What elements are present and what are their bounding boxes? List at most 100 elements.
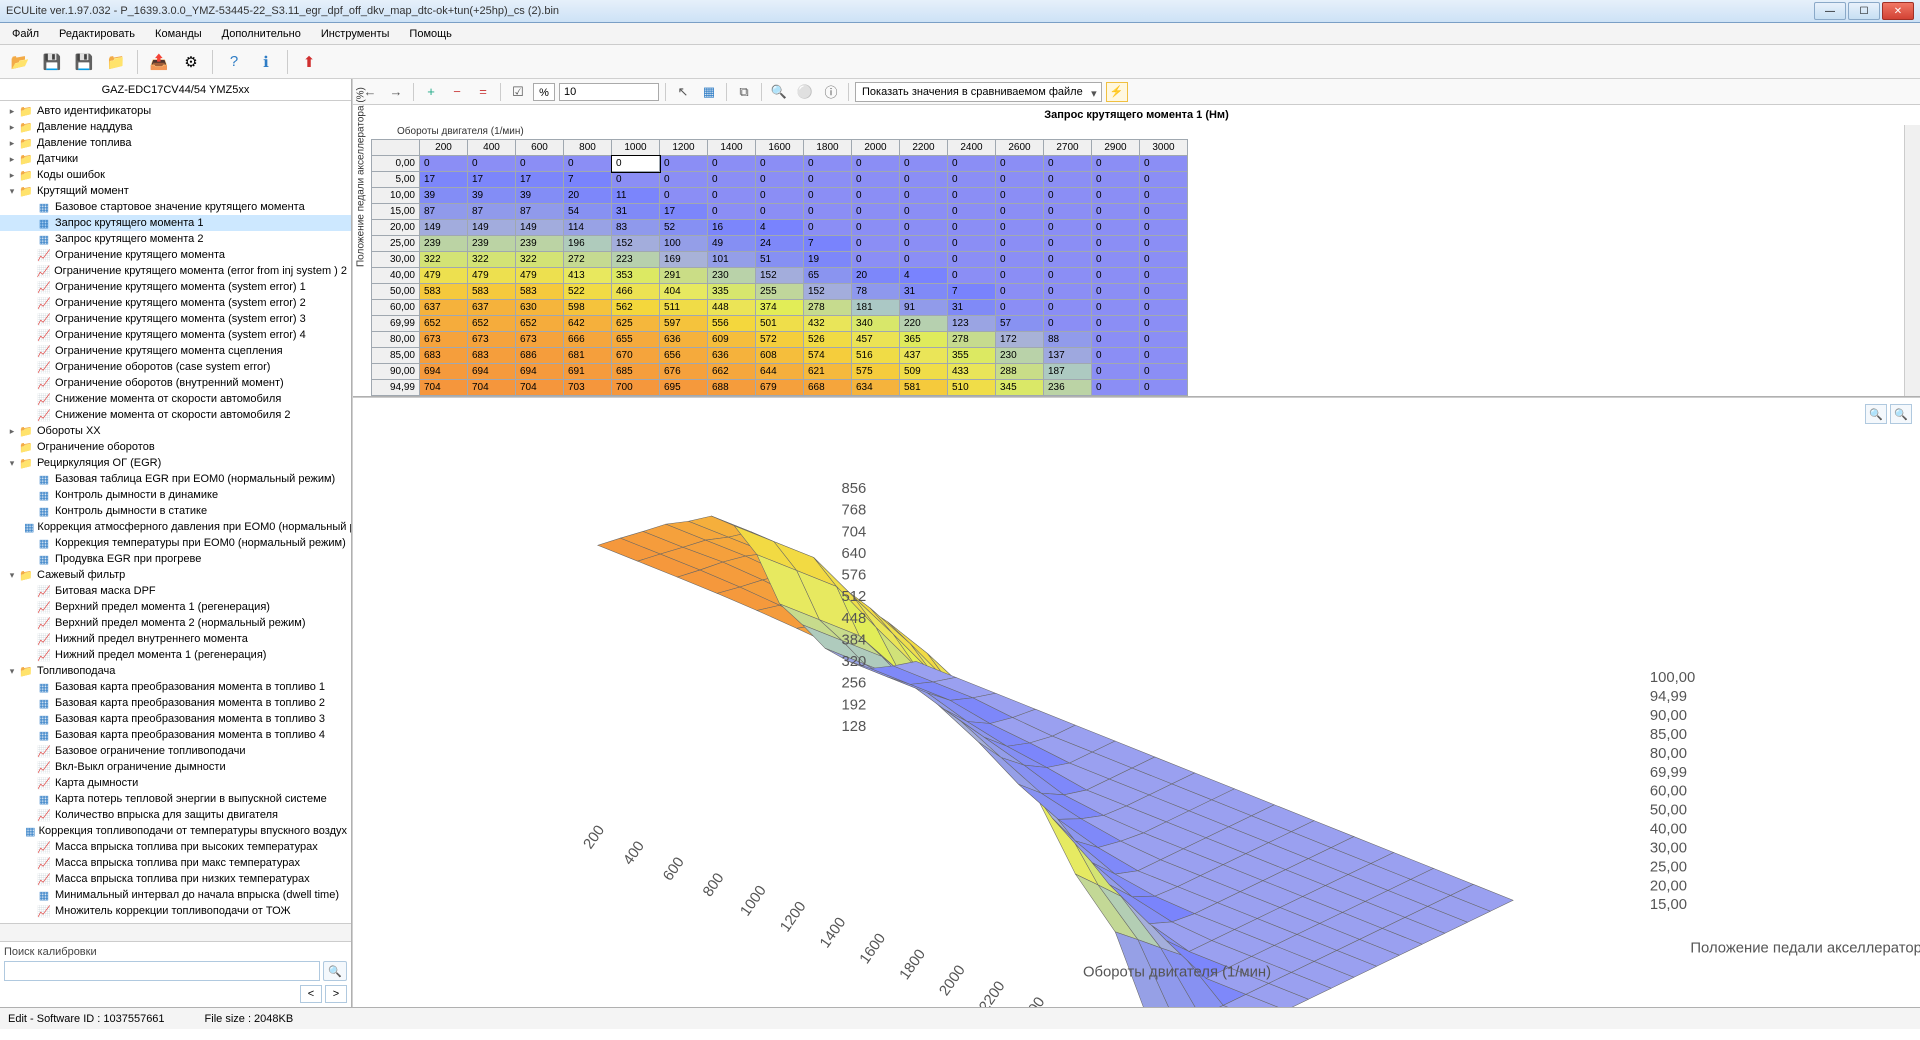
data-cell[interactable]: 0 — [756, 188, 804, 204]
data-cell[interactable]: 0 — [996, 204, 1044, 220]
data-cell[interactable]: 0 — [1140, 172, 1188, 188]
tree-item[interactable]: ▦Коррекция температуры при EOM0 (нормаль… — [0, 535, 351, 551]
data-cell[interactable]: 0 — [1092, 380, 1140, 396]
data-cell[interactable]: 0 — [996, 252, 1044, 268]
data-cell[interactable]: 20 — [564, 188, 612, 204]
data-cell[interactable]: 0 — [756, 204, 804, 220]
data-cell[interactable]: 0 — [1140, 268, 1188, 284]
menu-item-дополнительно[interactable]: Дополнительно — [214, 25, 309, 43]
row-header[interactable]: 25,00 — [372, 236, 420, 252]
equals-button[interactable]: = — [472, 82, 494, 102]
column-header[interactable]: 1800 — [804, 140, 852, 156]
data-cell[interactable]: 479 — [468, 268, 516, 284]
row-header[interactable]: 5,00 — [372, 172, 420, 188]
expander-icon[interactable]: ▾ — [6, 570, 18, 581]
data-cell[interactable]: 479 — [516, 268, 564, 284]
data-cell[interactable]: 679 — [756, 380, 804, 396]
tree-item[interactable]: 📈Битовая маска DPF — [0, 583, 351, 599]
data-cell[interactable]: 239 — [516, 236, 564, 252]
open-file-button[interactable]: 📂 — [6, 49, 34, 75]
data-cell[interactable]: 621 — [804, 364, 852, 380]
checkbox-toggle[interactable]: ☑ — [507, 82, 529, 102]
column-header[interactable]: 800 — [564, 140, 612, 156]
data-cell[interactable]: 196 — [564, 236, 612, 252]
data-cell[interactable]: 7 — [804, 236, 852, 252]
data-cell[interactable]: 0 — [1044, 284, 1092, 300]
data-cell[interactable]: 695 — [660, 380, 708, 396]
data-cell[interactable]: 31 — [948, 300, 996, 316]
data-cell[interactable]: 345 — [996, 380, 1044, 396]
data-cell[interactable]: 686 — [516, 348, 564, 364]
data-cell[interactable]: 522 — [564, 284, 612, 300]
data-cell[interactable]: 0 — [900, 204, 948, 220]
data-cell[interactable]: 172 — [996, 332, 1044, 348]
data-cell[interactable]: 123 — [948, 316, 996, 332]
data-cell[interactable]: 652 — [468, 316, 516, 332]
data-cell[interactable]: 0 — [612, 172, 660, 188]
data-cell[interactable]: 691 — [564, 364, 612, 380]
plot-zoom-in-button[interactable]: 🔍 — [1865, 404, 1887, 424]
column-header[interactable]: 2000 — [852, 140, 900, 156]
tree-item[interactable]: ▦Минимальный интервал до начала впрыска … — [0, 887, 351, 903]
row-header[interactable]: 50,00 — [372, 284, 420, 300]
data-cell[interactable]: 4 — [900, 268, 948, 284]
data-cell[interactable]: 636 — [660, 332, 708, 348]
open-folder-button[interactable]: 📁 — [102, 49, 130, 75]
data-cell[interactable]: 0 — [996, 172, 1044, 188]
data-cell[interactable]: 0 — [1140, 236, 1188, 252]
column-header[interactable]: 1600 — [756, 140, 804, 156]
data-cell[interactable]: 703 — [564, 380, 612, 396]
tree-item[interactable]: 📈Ограничение оборотов (case system error… — [0, 359, 351, 375]
data-cell[interactable]: 230 — [996, 348, 1044, 364]
data-cell[interactable]: 17 — [468, 172, 516, 188]
data-cell[interactable]: 7 — [948, 284, 996, 300]
column-header[interactable]: 1400 — [708, 140, 756, 156]
data-cell[interactable]: 239 — [420, 236, 468, 252]
data-cell[interactable]: 694 — [516, 364, 564, 380]
info-icon[interactable]: ⓘ — [820, 82, 842, 102]
data-cell[interactable]: 7 — [564, 172, 612, 188]
column-header[interactable]: 400 — [468, 140, 516, 156]
data-cell[interactable]: 704 — [420, 380, 468, 396]
tree-item[interactable]: 📈Ограничение крутящего момента сцепления — [0, 343, 351, 359]
tree-item[interactable]: ▦Продувка EGR при прогреве — [0, 551, 351, 567]
data-cell[interactable]: 0 — [1092, 332, 1140, 348]
data-cell[interactable]: 0 — [1092, 204, 1140, 220]
data-cell[interactable]: 0 — [900, 188, 948, 204]
tree-item[interactable]: 📁Ограничение оборотов — [0, 439, 351, 455]
pointer-tool-button[interactable]: ↖ — [672, 82, 694, 102]
data-cell[interactable]: 683 — [420, 348, 468, 364]
tree-item[interactable]: ▦Контроль дымности в динамике — [0, 487, 351, 503]
tree-item[interactable]: ▸📁Давление наддува — [0, 119, 351, 135]
expander-icon[interactable]: ▸ — [6, 170, 18, 181]
data-cell[interactable]: 187 — [1044, 364, 1092, 380]
data-cell[interactable]: 17 — [420, 172, 468, 188]
window-maximize-button[interactable]: ☐ — [1848, 2, 1880, 20]
tree-item[interactable]: 📈Вкл-Выкл ограничение дымности — [0, 759, 351, 775]
data-cell[interactable]: 39 — [516, 188, 564, 204]
data-cell[interactable]: 704 — [516, 380, 564, 396]
data-cell[interactable]: 239 — [468, 236, 516, 252]
data-cell[interactable]: 39 — [468, 188, 516, 204]
surface-plot[interactable]: 🔍 🔍 Обороты двигателя (1/мин)Положение п… — [353, 397, 1920, 1007]
data-cell[interactable]: 666 — [564, 332, 612, 348]
data-cell[interactable]: 685 — [612, 364, 660, 380]
data-cell[interactable]: 0 — [900, 220, 948, 236]
tree-item[interactable]: 📈Ограничение оборотов (внутренний момент… — [0, 375, 351, 391]
data-cell[interactable]: 0 — [1092, 188, 1140, 204]
data-cell[interactable]: 656 — [660, 348, 708, 364]
data-cell[interactable]: 572 — [756, 332, 804, 348]
data-cell[interactable]: 0 — [564, 156, 612, 172]
tree-item[interactable]: 📈Нижний предел внутреннего момента — [0, 631, 351, 647]
data-cell[interactable]: 0 — [1044, 204, 1092, 220]
tree-item[interactable]: 📈Ограничение крутящего момента (system e… — [0, 311, 351, 327]
search-next-button[interactable]: > — [325, 985, 347, 1003]
data-cell[interactable]: 278 — [948, 332, 996, 348]
tree-item[interactable]: ▦Запрос крутящего момента 1 — [0, 215, 351, 231]
data-cell[interactable]: 152 — [612, 236, 660, 252]
save-as-button[interactable]: 💾 — [70, 49, 98, 75]
data-cell[interactable]: 114 — [564, 220, 612, 236]
percent-toggle[interactable]: % — [533, 83, 555, 101]
data-cell[interactable]: 17 — [516, 172, 564, 188]
data-cell[interactable]: 597 — [660, 316, 708, 332]
